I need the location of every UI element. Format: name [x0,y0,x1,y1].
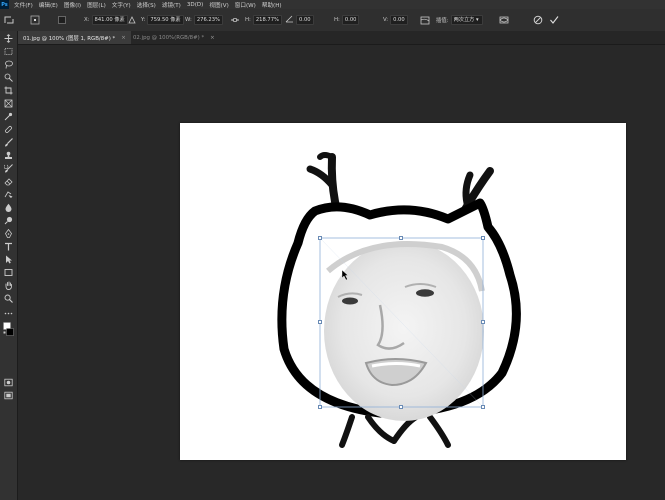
y-label: Y: [141,17,146,23]
cat-meme-illustration [277,152,521,448]
path-select-icon[interactable] [3,254,14,265]
marquee-icon[interactable] [3,46,14,57]
document-tab-bar: 01.jpg @ 100% (图层 1, RGB/8#) * × 02.jpg … [18,31,665,45]
pen-icon[interactable] [3,228,14,239]
warp-mode-icon[interactable] [498,15,510,25]
transform-handle-top-right[interactable] [481,236,485,240]
tab-label: 01.jpg @ 100% (图层 1, RGB/8#) * [23,35,116,42]
document-canvas[interactable] [180,123,626,460]
warp-icon[interactable] [420,15,430,25]
menu-image[interactable]: 图像(I) [64,1,81,9]
hand-icon[interactable] [3,280,14,291]
y-input[interactable]: 759.50 像素 [147,15,184,25]
interpolation-select[interactable]: 两次立方 ▾ [450,15,483,25]
menu-view[interactable]: 视图(V) [209,1,228,9]
tab-label: 02.jpg @ 100%(RGB/8#) * [133,34,205,41]
quick-mask-icon[interactable] [3,377,14,388]
face-photo-layer [324,241,485,421]
menu-bar: Ps 文件(F) 编辑(E) 图像(I) 图层(L) 文字(Y) 选择(S) 滤… [0,0,665,9]
relative-position-icon[interactable] [128,15,136,25]
photoshop-logo-icon[interactable]: Ps [0,0,9,9]
transform-handle-left[interactable] [318,320,322,324]
angle-icon [285,15,294,25]
options-bar: X: 841.00 像素 Y: 759.50 像素 W: 276.23% H: … [0,9,665,32]
crop-icon[interactable] [3,85,14,96]
menu-help[interactable]: 帮助(H) [262,1,282,9]
eyedropper-icon[interactable] [3,111,14,122]
healing-icon[interactable] [3,124,14,135]
menu-window[interactable]: 窗口(W) [235,1,256,9]
rotate-angle-input[interactable]: 0.00 [296,15,314,25]
interpolation-value: 两次立方 [453,17,475,23]
dodge-icon[interactable] [3,215,14,226]
h-label: H: [245,17,251,23]
tab-02-jpg[interactable]: 02.jpg @ 100%(RGB/8#) * × [128,31,220,44]
color-swatches[interactable] [3,321,14,337]
close-icon[interactable]: × [210,35,215,41]
cancel-transform-icon[interactable] [533,15,543,25]
tools-panel [0,31,18,500]
height-input[interactable]: 218.77% [252,15,282,25]
blur-icon[interactable] [3,202,14,213]
stamp-icon[interactable] [3,150,14,161]
commit-transform-icon[interactable] [549,15,559,25]
lasso-icon[interactable] [3,59,14,70]
transform-handle-bottom[interactable] [399,405,403,409]
transform-handle-top-left[interactable] [318,236,322,240]
w-label: W: [185,17,192,23]
link-icon[interactable] [230,15,240,25]
history-brush-icon[interactable] [3,163,14,174]
brush-icon[interactable] [3,137,14,148]
menu-select[interactable]: 选择(S) [137,1,156,9]
menu-filter[interactable]: 滤镜(T) [162,1,181,9]
menu-type[interactable]: 文字(Y) [112,1,131,9]
transform-handle-bottom-right[interactable] [481,405,485,409]
zoom-icon[interactable] [3,293,14,304]
x-input[interactable]: 841.00 像素 [91,15,128,25]
tab-01-jpg[interactable]: 01.jpg @ 100% (图层 1, RGB/8#) * × [18,31,131,44]
more-tools-icon[interactable] [3,308,14,319]
h-skew-label: H: [334,17,340,23]
x-label: X: [84,17,90,23]
close-icon[interactable]: × [121,35,126,41]
move-icon[interactable] [3,33,14,44]
menu-layer[interactable]: 图层(L) [87,1,106,9]
rectangle-icon[interactable] [3,267,14,278]
transform-handle-right[interactable] [481,320,485,324]
reference-checkbox[interactable] [58,15,66,25]
transform-handle-top[interactable] [399,236,403,240]
gradient-icon[interactable] [3,189,14,200]
v-skew-label: V: [383,17,389,23]
reference-point-icon[interactable] [30,15,40,25]
screen-mode-icon[interactable] [3,390,14,401]
quick-select-icon[interactable] [3,72,14,83]
frame-icon[interactable] [3,98,14,109]
menu-3d[interactable]: 3D(D) [187,2,204,8]
menu-file[interactable]: 文件(F) [14,1,33,9]
transform-tool-icon[interactable] [3,15,15,25]
h-skew-input[interactable]: 0.00 [341,15,360,25]
eraser-icon[interactable] [3,176,14,187]
menu-edit[interactable]: 编辑(E) [39,1,58,9]
transform-handle-bottom-left[interactable] [318,405,322,409]
v-skew-input[interactable]: 0.00 [390,15,408,25]
type-icon[interactable] [3,241,14,252]
interpolation-label: 插值: [436,18,449,24]
width-input[interactable]: 276.23% [193,15,223,25]
